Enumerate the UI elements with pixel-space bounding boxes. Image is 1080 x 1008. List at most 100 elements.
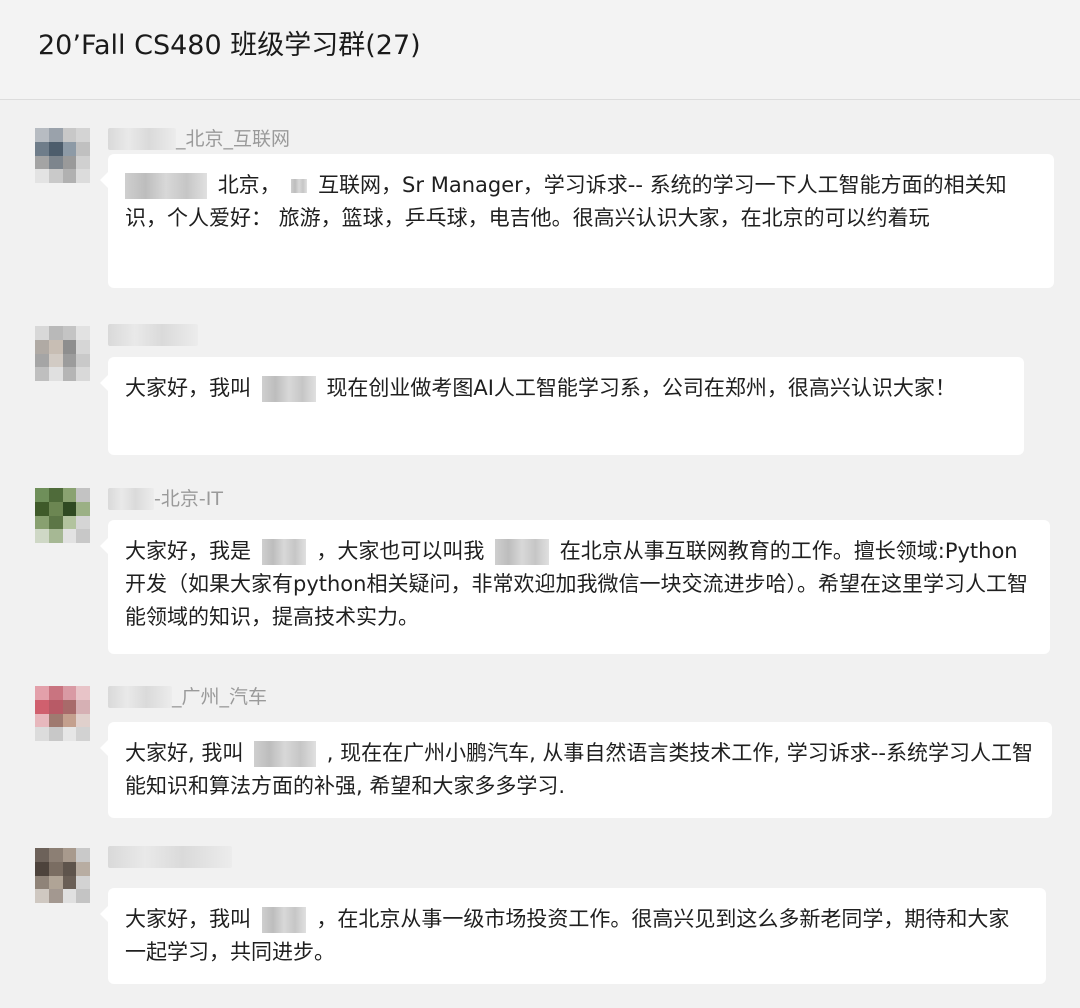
- avatar-pixel: [35, 169, 49, 183]
- avatar-pixel: [35, 699, 49, 714]
- avatar-pixel: [48, 848, 63, 862]
- sender-name: [108, 846, 232, 868]
- avatar-pixel: [48, 529, 63, 543]
- avatar-pixel: [48, 875, 63, 890]
- avatar-pixel: [35, 848, 49, 862]
- avatar-pixel: [35, 501, 49, 516]
- sender-suffix: _广州_汽车: [172, 686, 268, 708]
- avatar-pixel: [48, 699, 63, 714]
- avatar-pixel: [62, 515, 77, 530]
- avatar-pixel: [35, 713, 49, 728]
- avatar-pixel: [35, 128, 49, 142]
- message-text: 北京，: [217, 173, 281, 197]
- avatar-pixel: [48, 141, 63, 156]
- sender-name: [108, 324, 198, 346]
- avatar-pixel: [35, 686, 49, 700]
- avatar-pixel: [62, 699, 77, 714]
- avatar-pixel: [48, 353, 63, 368]
- sender-suffix: -北京-IT: [154, 488, 223, 510]
- avatar-pixel: [76, 529, 90, 543]
- avatar-pixel: [35, 861, 49, 876]
- avatar-pixel: [62, 529, 77, 543]
- redacted-name: [108, 324, 198, 346]
- avatar-pixel: [76, 861, 90, 876]
- message-text: 大家好, 我叫: [125, 741, 244, 765]
- avatar-pixel: [76, 875, 90, 890]
- avatar-pixel: [35, 367, 49, 381]
- redacted-name: [261, 907, 306, 933]
- sender-name: _北京_互联网: [108, 126, 290, 152]
- avatar-pixel: [48, 861, 63, 876]
- avatar-pixel: [48, 889, 63, 903]
- avatar-pixel: [76, 848, 90, 862]
- sender-name: _广州_汽车: [108, 684, 267, 710]
- avatar-pixel: [76, 326, 90, 340]
- message-bubble: 大家好，我是 ，大家也可以叫我 在北京从事互联网教育的工作。擅长领域:Pytho…: [100, 520, 1050, 654]
- redacted-name: [254, 741, 317, 767]
- avatar-pixel: [62, 727, 77, 741]
- sender-name: -北京-IT: [108, 486, 223, 512]
- redacted-name: [108, 488, 154, 510]
- avatar-pixel: [35, 889, 49, 903]
- avatar-pixel: [48, 128, 63, 142]
- avatar-pixel: [62, 501, 77, 516]
- message-text: 大家好，我叫: [125, 376, 251, 400]
- chat-header: 20’Fall CS480 班级学习群(27): [0, 0, 1080, 100]
- avatar-pixel: [76, 515, 90, 530]
- avatar-pixel: [35, 155, 49, 170]
- sender-suffix: _北京_互联网: [176, 128, 291, 150]
- avatar-pixel: [62, 848, 77, 862]
- message-text: ，大家也可以叫我: [316, 539, 485, 563]
- avatar-pixel: [62, 353, 77, 368]
- avatar-pixel: [76, 727, 90, 741]
- avatar-pixel: [35, 326, 49, 340]
- avatar-pixel: [76, 488, 90, 502]
- avatar-pixel: [62, 169, 77, 183]
- avatar-pixel: [48, 727, 63, 741]
- avatar-pixel: [35, 727, 49, 741]
- chat-title: 20’Fall CS480 班级学习群(27): [38, 30, 421, 61]
- avatar-pixel: [62, 861, 77, 876]
- avatar-pixel: [35, 875, 49, 890]
- message-text: ，在北京从事一级市场投资工作。很高兴见到这么多新老同学，期待和大家一起学习，共同…: [125, 907, 1010, 964]
- avatar-pixel: [62, 141, 77, 156]
- redacted-name: [261, 539, 306, 565]
- avatar-pixel: [48, 488, 63, 502]
- avatar-pixel: [35, 529, 49, 543]
- message-bubble: 大家好，我叫 ，在北京从事一级市场投资工作。很高兴见到这么多新老同学，期待和大家…: [100, 888, 1046, 984]
- avatar[interactable]: [35, 128, 90, 183]
- avatar-pixel: [62, 326, 77, 340]
- avatar-pixel: [76, 713, 90, 728]
- avatar-pixel: [76, 686, 90, 700]
- avatar-pixel: [76, 501, 90, 516]
- message-text: 大家好，我是: [125, 539, 251, 563]
- avatar-pixel: [48, 713, 63, 728]
- redacted-name: [108, 846, 232, 868]
- avatar-pixel: [35, 488, 49, 502]
- avatar-pixel: [76, 169, 90, 183]
- avatar-pixel: [35, 353, 49, 368]
- avatar-pixel: [62, 686, 77, 700]
- avatar-pixel: [62, 339, 77, 354]
- avatar-pixel: [76, 141, 90, 156]
- avatar-pixel: [62, 155, 77, 170]
- message-text: 现在创业做考图AI人工智能学习系，公司在郑州，很高兴认识大家！: [326, 376, 956, 400]
- avatar[interactable]: [35, 488, 90, 543]
- redacted-name: [495, 539, 550, 565]
- avatar[interactable]: [35, 686, 90, 741]
- avatar-pixel: [62, 875, 77, 890]
- message-bubble: 大家好，我叫 现在创业做考图AI人工智能学习系，公司在郑州，很高兴认识大家！: [100, 357, 1024, 455]
- avatar-pixel: [48, 686, 63, 700]
- avatar-pixel: [48, 339, 63, 354]
- avatar-pixel: [76, 353, 90, 368]
- avatar-pixel: [35, 515, 49, 530]
- avatar-pixel: [48, 155, 63, 170]
- avatar[interactable]: [35, 326, 90, 381]
- avatar-pixel: [62, 488, 77, 502]
- avatar-pixel: [76, 155, 90, 170]
- avatar-pixel: [48, 367, 63, 381]
- avatar-pixel: [76, 339, 90, 354]
- avatar[interactable]: [35, 848, 90, 903]
- message-bubble: 大家好, 我叫 , 现在在广州小鹏汽车, 从事自然语言类技术工作, 学习诉求--…: [100, 722, 1052, 818]
- avatar-pixel: [35, 339, 49, 354]
